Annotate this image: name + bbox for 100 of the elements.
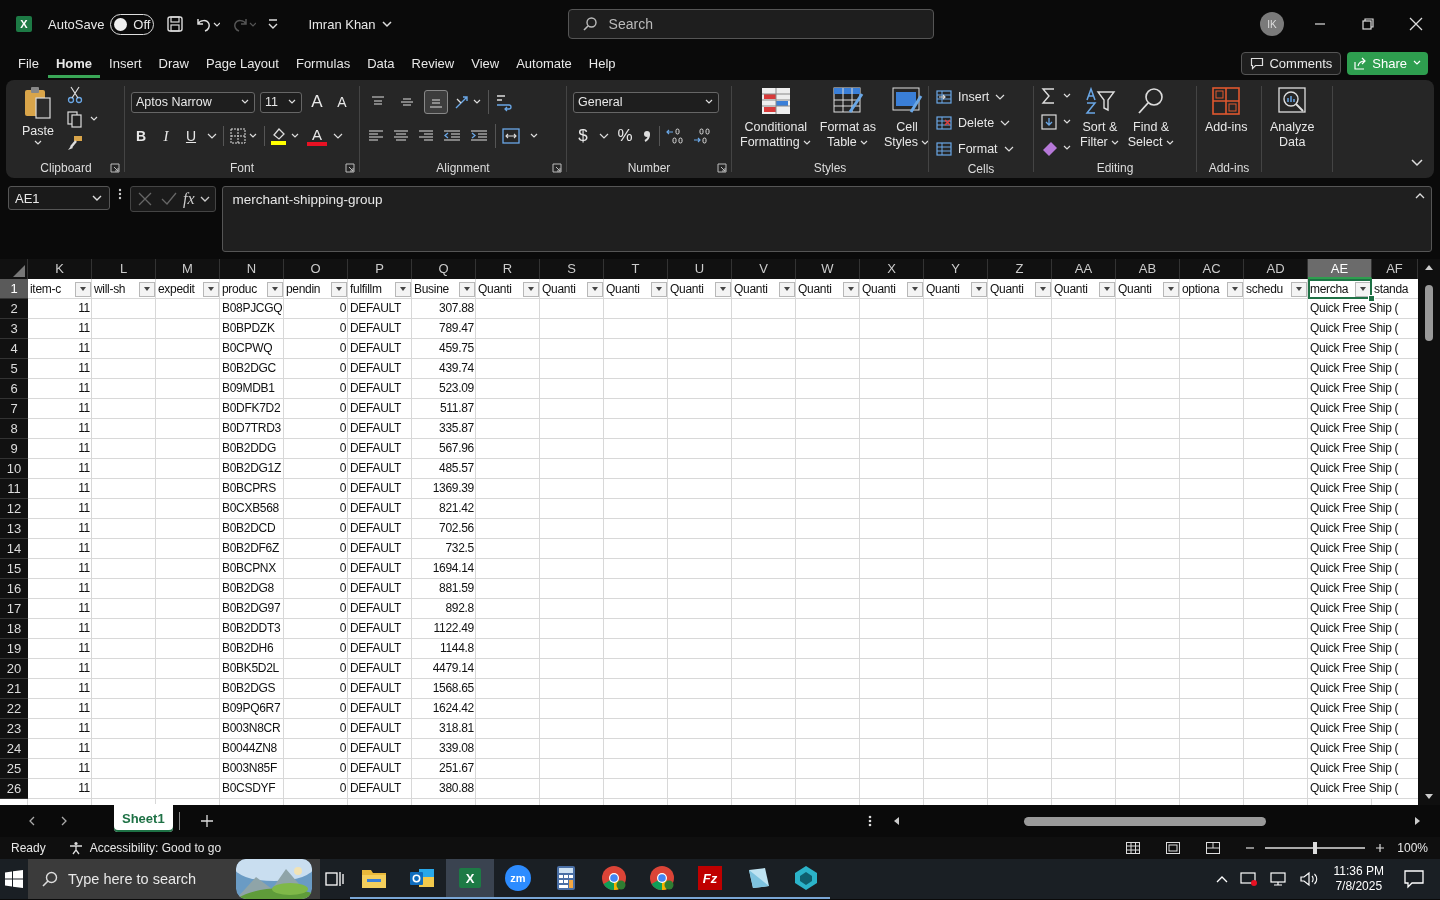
row-header[interactable]: 25: [0, 759, 28, 779]
more-icon[interactable]: [116, 186, 124, 202]
orientation-icon[interactable]: [453, 93, 483, 111]
currency-button[interactable]: $: [573, 126, 593, 146]
filter-button[interactable]: [1163, 281, 1179, 297]
italic-button[interactable]: I: [156, 127, 176, 145]
volume-icon[interactable]: [1298, 870, 1319, 888]
caret-icon[interactable]: [198, 194, 211, 204]
scroll-left-icon[interactable]: [892, 816, 900, 826]
account-button[interactable]: Imran Khan: [308, 16, 393, 32]
zoom-thumb[interactable]: [1313, 842, 1318, 854]
format-painter-icon[interactable]: [66, 134, 84, 152]
row-header[interactable]: 7: [0, 399, 28, 419]
excel-app-button[interactable]: X: [446, 859, 494, 899]
align-right-icon[interactable]: [416, 128, 436, 144]
row-header[interactable]: 24: [0, 739, 28, 759]
row-header[interactable]: 18: [0, 619, 28, 639]
scroll-down-icon[interactable]: [1424, 793, 1434, 801]
filter-button[interactable]: [267, 281, 283, 297]
menu-tab[interactable]: Data: [359, 48, 403, 78]
scroll-right-icon[interactable]: [1414, 816, 1422, 826]
conditional-formatting-button[interactable]: Conditional Formatting: [738, 84, 814, 152]
row-header[interactable]: 11: [0, 479, 28, 499]
menu-tab[interactable]: Help: [580, 48, 624, 78]
menu-tab[interactable]: Home: [47, 48, 101, 78]
wrap-text-icon[interactable]: [494, 92, 514, 112]
scissors-icon[interactable]: [66, 86, 84, 104]
row-header[interactable]: 26: [0, 779, 28, 799]
filter-button[interactable]: [1035, 281, 1051, 297]
row-header[interactable]: 3: [0, 319, 28, 339]
menu-tab[interactable]: Page Layout: [197, 48, 287, 78]
caret-icon[interactable]: [206, 131, 218, 141]
insert-function-button[interactable]: fx: [183, 190, 195, 208]
font-size-field[interactable]: 11: [260, 91, 302, 113]
menu-tab[interactable]: Review: [403, 48, 463, 78]
filter-button[interactable]: [1355, 281, 1371, 297]
sort-filter-button[interactable]: Sort & Filter: [1078, 84, 1122, 152]
row-header[interactable]: 21: [0, 679, 28, 699]
save-icon[interactable]: [166, 15, 185, 33]
caret-icon[interactable]: [332, 131, 344, 141]
row-header[interactable]: 22: [0, 699, 28, 719]
row-header[interactable]: 20: [0, 659, 28, 679]
filter-button[interactable]: [459, 281, 475, 297]
accessibility-status[interactable]: Accessibility: Good to go: [89, 841, 222, 855]
menu-tab[interactable]: View: [463, 48, 508, 78]
row-header[interactable]: 6: [0, 379, 28, 399]
borders-icon[interactable]: [229, 127, 259, 145]
row-header[interactable]: 1: [0, 279, 28, 299]
dialog-launcher-icon[interactable]: [552, 163, 562, 173]
scroll-thumb[interactable]: [1024, 816, 1266, 826]
network-icon[interactable]: [1268, 870, 1289, 888]
comments-button[interactable]: Comments: [1241, 51, 1342, 75]
scroll-up-icon[interactable]: [1424, 263, 1434, 271]
filter-button[interactable]: [1099, 281, 1115, 297]
filter-button[interactable]: [1227, 281, 1243, 297]
sheet-tab[interactable]: Sheet1: [114, 804, 173, 832]
collapse-icon[interactable]: [1414, 192, 1426, 200]
menu-tab[interactable]: Formulas: [287, 48, 359, 78]
analyze-data-button[interactable]: Analyze Data: [1268, 84, 1317, 152]
grow-font-button[interactable]: A: [307, 92, 327, 112]
format-as-table-button[interactable]: Format as Table: [817, 84, 878, 152]
filter-button[interactable]: [651, 281, 667, 297]
filter-button[interactable]: [907, 281, 923, 297]
monitor-icon[interactable]: [1238, 870, 1259, 888]
filter-button[interactable]: [139, 281, 155, 297]
filter-button[interactable]: [1291, 281, 1307, 297]
font-name-field[interactable]: Aptos Narrow: [131, 91, 255, 113]
filezilla-app-button[interactable]: Fz: [686, 859, 734, 899]
filter-button[interactable]: [779, 281, 795, 297]
shrink-font-button[interactable]: A: [332, 94, 352, 110]
insert-cells-button[interactable]: Insert: [935, 86, 1007, 108]
filter-button[interactable]: [523, 281, 539, 297]
align-left-icon[interactable]: [366, 128, 386, 144]
bottom-align-button[interactable]: [424, 90, 448, 114]
format-cells-button[interactable]: Format: [935, 138, 1015, 160]
normal-view-icon[interactable]: [1125, 841, 1142, 855]
filter-button[interactable]: [587, 281, 603, 297]
increase-indent-icon[interactable]: [468, 128, 490, 144]
dialog-launcher-icon[interactable]: [717, 163, 727, 173]
percent-button[interactable]: %: [615, 126, 635, 146]
row-header[interactable]: 14: [0, 539, 28, 559]
column-header[interactable]: AE: [1308, 259, 1372, 279]
filter-button[interactable]: [75, 281, 91, 297]
menu-tab[interactable]: Draw: [150, 48, 197, 78]
underline-button[interactable]: U: [181, 128, 201, 144]
page-break-icon[interactable]: [1205, 841, 1222, 855]
filter-button[interactable]: [331, 281, 347, 297]
clock[interactable]: 11:36 PM 7/8/2025: [1333, 864, 1384, 894]
dialog-launcher-icon[interactable]: [110, 163, 120, 173]
row-header[interactable]: 10: [0, 459, 28, 479]
row-header[interactable]: 17: [0, 599, 28, 619]
row-header[interactable]: 9: [0, 439, 28, 459]
filter-button[interactable]: [395, 281, 411, 297]
fill-handle[interactable]: [1368, 295, 1375, 302]
row-header[interactable]: 23: [0, 719, 28, 739]
name-box[interactable]: AE1: [8, 186, 110, 210]
filter-button[interactable]: [203, 281, 219, 297]
menu-tab[interactable]: Insert: [101, 48, 150, 78]
formula-field[interactable]: merchant-shipping-group: [221, 186, 1432, 252]
copy-icon[interactable]: [66, 110, 100, 128]
